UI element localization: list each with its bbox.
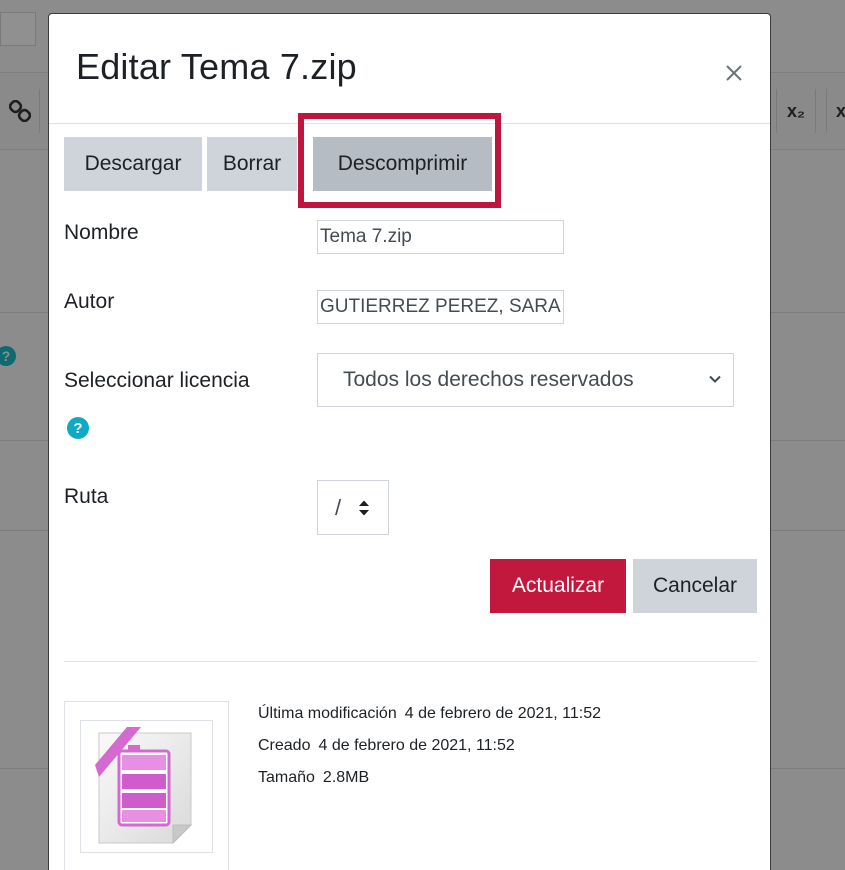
path-select-value: / [335,494,342,520]
superscript-label: x [835,100,845,121]
name-input[interactable]: Tema 7.zip [317,220,564,254]
license-select[interactable]: Todos los derechos reservados [317,353,734,407]
author-input[interactable]: GUTIERREZ PEREZ, SARA M [317,290,564,324]
sort-arrows-icon [359,500,369,516]
unzip-button[interactable]: Descomprimir [313,137,492,191]
created-value: 4 de febrero de 2021, 11:52 [318,737,515,754]
archive-file-icon [95,727,193,845]
delete-button[interactable]: Borrar [207,137,297,191]
file-thumbnail-inner [80,720,213,853]
dialog-title: Editar Tema 7.zip [76,46,357,87]
size-value: 2.8MB [322,769,370,786]
background-input [0,12,36,46]
created-label: Creado [258,737,311,754]
name-label: Nombre [64,221,139,244]
author-label: Autor [64,290,115,313]
modified-label: Última modificación [258,705,397,722]
path-select[interactable]: / [317,480,389,535]
edit-file-dialog: Editar Tema 7.zip Descargar Borrar Desco… [48,13,771,870]
background-help-icon: ? [0,346,16,366]
cancel-button[interactable]: Cancelar [633,559,757,613]
license-label: Seleccionar licencia [64,369,250,392]
size-info: Tamaño 2.8MB [258,769,369,787]
size-label: Tamaño [258,769,315,786]
help-icon[interactable]: ? [67,417,89,439]
created-info: Creado 4 de febrero de 2021, 11:52 [258,737,515,755]
superscript-button: x [826,89,845,133]
subscript-label: x₂ [786,100,805,121]
section-divider [64,661,757,662]
download-button[interactable]: Descargar [64,137,202,191]
license-select-value: Todos los derechos reservados [343,368,634,391]
path-label: Ruta [64,485,109,508]
dialog-header: Editar Tema 7.zip [49,14,770,124]
update-button[interactable]: Actualizar [490,559,626,613]
link-icon [0,89,40,133]
subscript-button: x₂ [776,89,816,133]
close-icon [726,65,742,81]
modified-info: Última modificación 4 de febrero de 2021,… [258,705,601,723]
modified-value: 4 de febrero de 2021, 11:52 [404,705,602,722]
file-thumbnail [64,701,229,870]
close-button[interactable] [719,58,749,88]
chevron-down-icon [709,375,721,383]
